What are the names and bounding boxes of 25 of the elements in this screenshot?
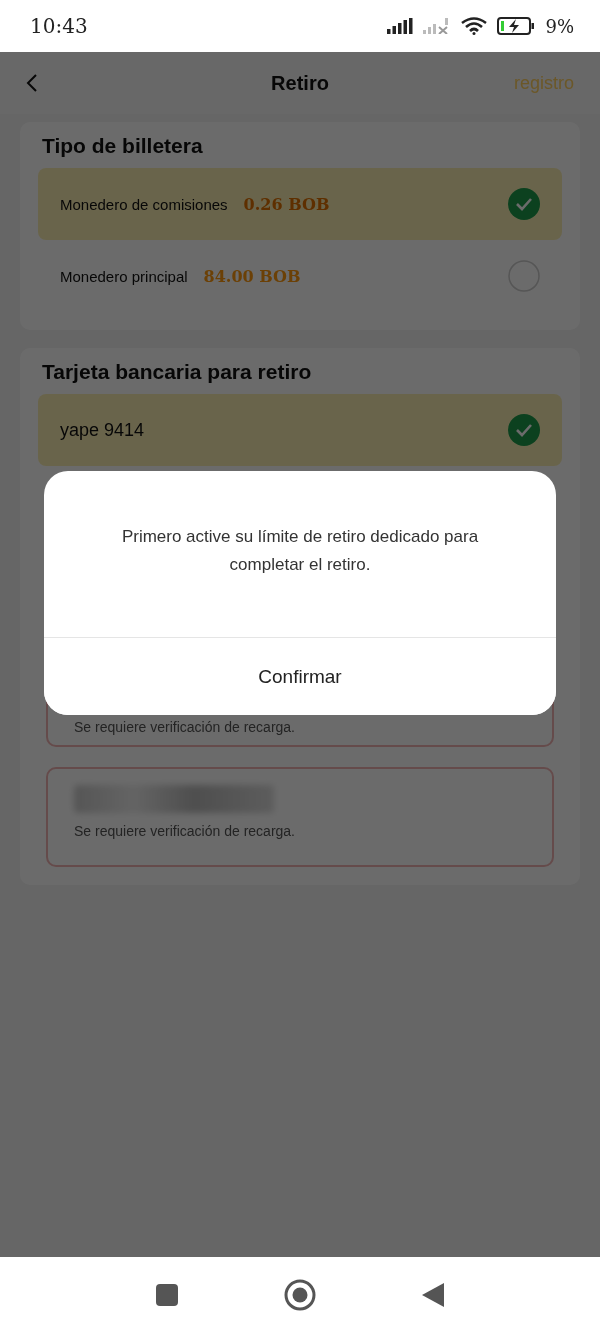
verification-note: Se requiere verificación de recarga.	[74, 823, 296, 839]
verification-note: Se requiere verificación de recarga.	[74, 719, 296, 735]
confirm-button[interactable]: Confirmar	[44, 637, 556, 715]
dialog-message: Primero active su límite de retiro dedicado para completar el retiro.	[120, 526, 480, 576]
status-time: 10:43	[30, 14, 88, 38]
wallet-balance: 84.00 BOB	[203, 266, 301, 286]
page-title: Retiro	[271, 72, 329, 95]
signal-icon	[387, 18, 414, 34]
back-icon[interactable]	[26, 73, 38, 93]
back-icon[interactable]	[421, 1282, 445, 1308]
wallet-name: Monedero de comisiones	[60, 195, 228, 213]
bank-account-option[interactable]: yape 9414	[38, 394, 562, 466]
wallet-option[interactable]: Monedero de comisiones 0.26 BOB	[38, 168, 562, 240]
wallet-balance: 0.26 BOB	[243, 194, 330, 214]
home-icon[interactable]	[284, 1279, 316, 1311]
battery-percent: 9%	[545, 15, 574, 37]
bank-account-option[interactable]: Se requiere verificación de recarga.	[46, 767, 554, 867]
wallet-name: Monedero principal	[60, 267, 188, 285]
section-title: Tipo de billetera	[41, 133, 204, 159]
wifi-icon	[461, 17, 488, 35]
recent-apps-icon[interactable]	[155, 1283, 179, 1307]
account-name: yape 9414	[60, 419, 145, 441]
wallet-option[interactable]: Monedero principal 84.00 BOB	[38, 240, 562, 312]
battery-charging-icon	[497, 17, 536, 35]
section-title: Tarjeta bancaria para retiro	[41, 359, 313, 385]
